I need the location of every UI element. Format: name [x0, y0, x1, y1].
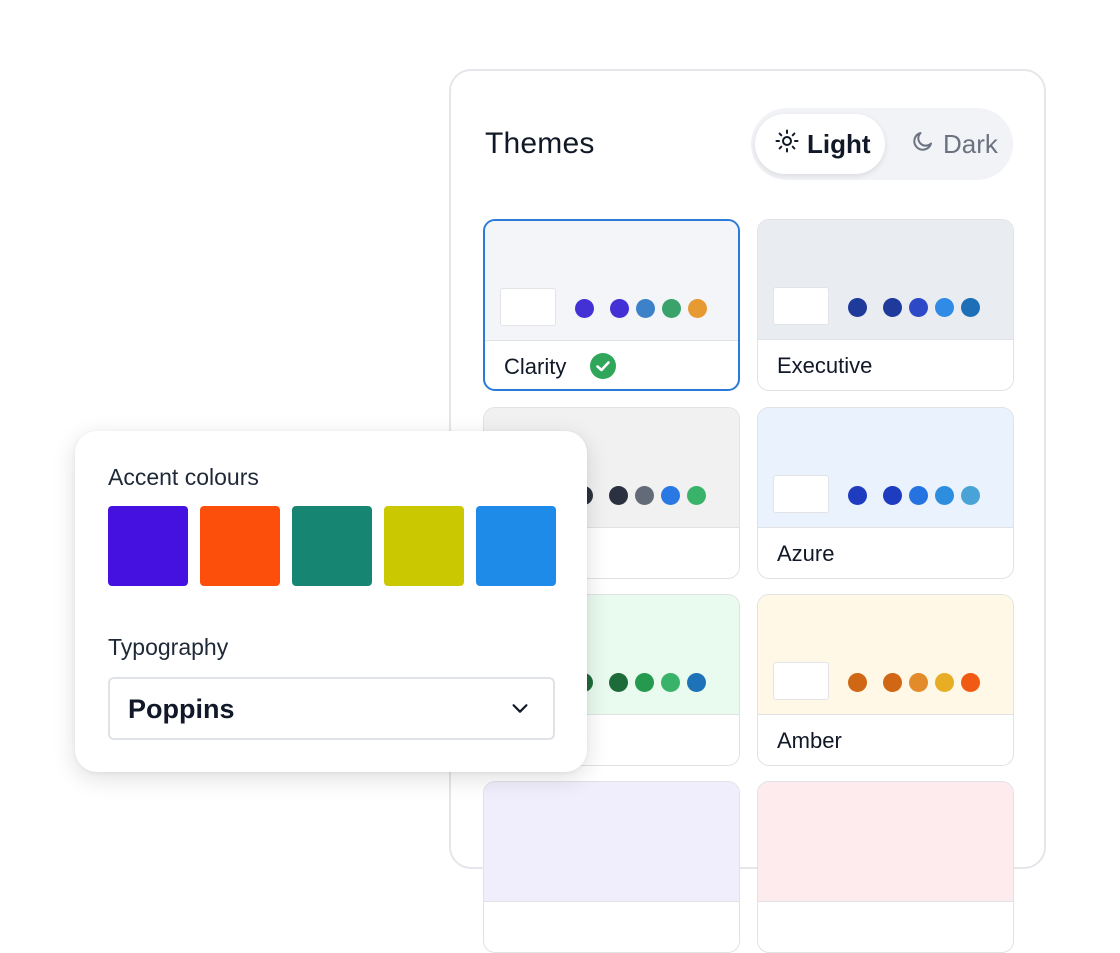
themes-title: Themes: [485, 127, 595, 160]
theme-color-dot: [610, 299, 629, 318]
font-select[interactable]: Poppins: [108, 677, 555, 740]
font-select-value: Poppins: [128, 694, 235, 724]
theme-surface-swatch: [773, 287, 829, 325]
theme-preview: [484, 782, 739, 902]
theme-color-dot: [609, 486, 628, 505]
theme-color-dot: [883, 298, 902, 317]
theme-card[interactable]: Amber: [757, 594, 1014, 766]
theme-color-dot: [662, 299, 681, 318]
theme-color-dot: [909, 486, 928, 505]
typography-label: Typography: [108, 634, 229, 660]
theme-preview: [758, 220, 1013, 340]
theme-color-dot: [935, 673, 954, 692]
theme-color-dot: [661, 486, 680, 505]
check-icon: [590, 353, 616, 379]
light-mode-button[interactable]: Light: [755, 114, 885, 174]
moon-icon: [911, 129, 935, 160]
theme-name: Clarity: [504, 354, 567, 379]
theme-color-dot: [848, 673, 867, 692]
theme-color-dot: [687, 486, 706, 505]
theme-color-dot: [636, 299, 655, 318]
theme-color-dot: [575, 299, 594, 318]
theme-color-dot: [961, 298, 980, 317]
theme-card[interactable]: Azure: [757, 407, 1014, 579]
theme-color-dot: [688, 299, 707, 318]
theme-name: Amber: [777, 728, 842, 753]
dark-mode-button[interactable]: Dark: [891, 114, 1011, 174]
sun-icon: [775, 129, 799, 160]
theme-preview: [758, 782, 1013, 902]
mode-toggle: Light Dark: [751, 108, 1013, 180]
theme-surface-swatch: [773, 475, 829, 513]
dark-mode-label: Dark: [943, 128, 998, 159]
light-mode-label: Light: [807, 128, 871, 159]
theme-color-dot: [909, 298, 928, 317]
theme-preview: [758, 408, 1013, 528]
theme-color-dot: [935, 486, 954, 505]
theme-card[interactable]: [483, 781, 740, 953]
theme-color-dot: [883, 673, 902, 692]
theme-color-dot: [848, 298, 867, 317]
theme-surface-swatch: [500, 288, 556, 326]
theme-color-dot: [883, 486, 902, 505]
accent-swatch[interactable]: [292, 506, 372, 586]
theme-surface-swatch: [773, 662, 829, 700]
accent-swatch[interactable]: [108, 506, 188, 586]
theme-card[interactable]: Clarity: [483, 219, 740, 391]
accent-swatch[interactable]: [476, 506, 556, 586]
theme-color-dot: [848, 486, 867, 505]
theme-color-dot: [909, 673, 928, 692]
theme-preview: [758, 595, 1013, 715]
theme-name: Executive: [777, 353, 873, 378]
theme-card[interactable]: [757, 781, 1014, 953]
theme-color-dot: [687, 673, 706, 692]
theme-settings-popover: Accent colours Typography Poppins: [75, 431, 587, 772]
theme-color-dot: [961, 486, 980, 505]
theme-card[interactable]: Executive: [757, 219, 1014, 391]
chevron-down-icon: [509, 697, 531, 724]
theme-color-dot: [609, 673, 628, 692]
theme-color-dot: [635, 673, 654, 692]
theme-color-dot: [935, 298, 954, 317]
theme-preview: [485, 221, 738, 341]
theme-color-dot: [661, 673, 680, 692]
theme-color-dot: [635, 486, 654, 505]
accent-swatch[interactable]: [200, 506, 280, 586]
theme-name: Azure: [777, 541, 835, 566]
accent-swatch[interactable]: [384, 506, 464, 586]
theme-color-dot: [961, 673, 980, 692]
accent-colours-label: Accent colours: [108, 464, 259, 490]
